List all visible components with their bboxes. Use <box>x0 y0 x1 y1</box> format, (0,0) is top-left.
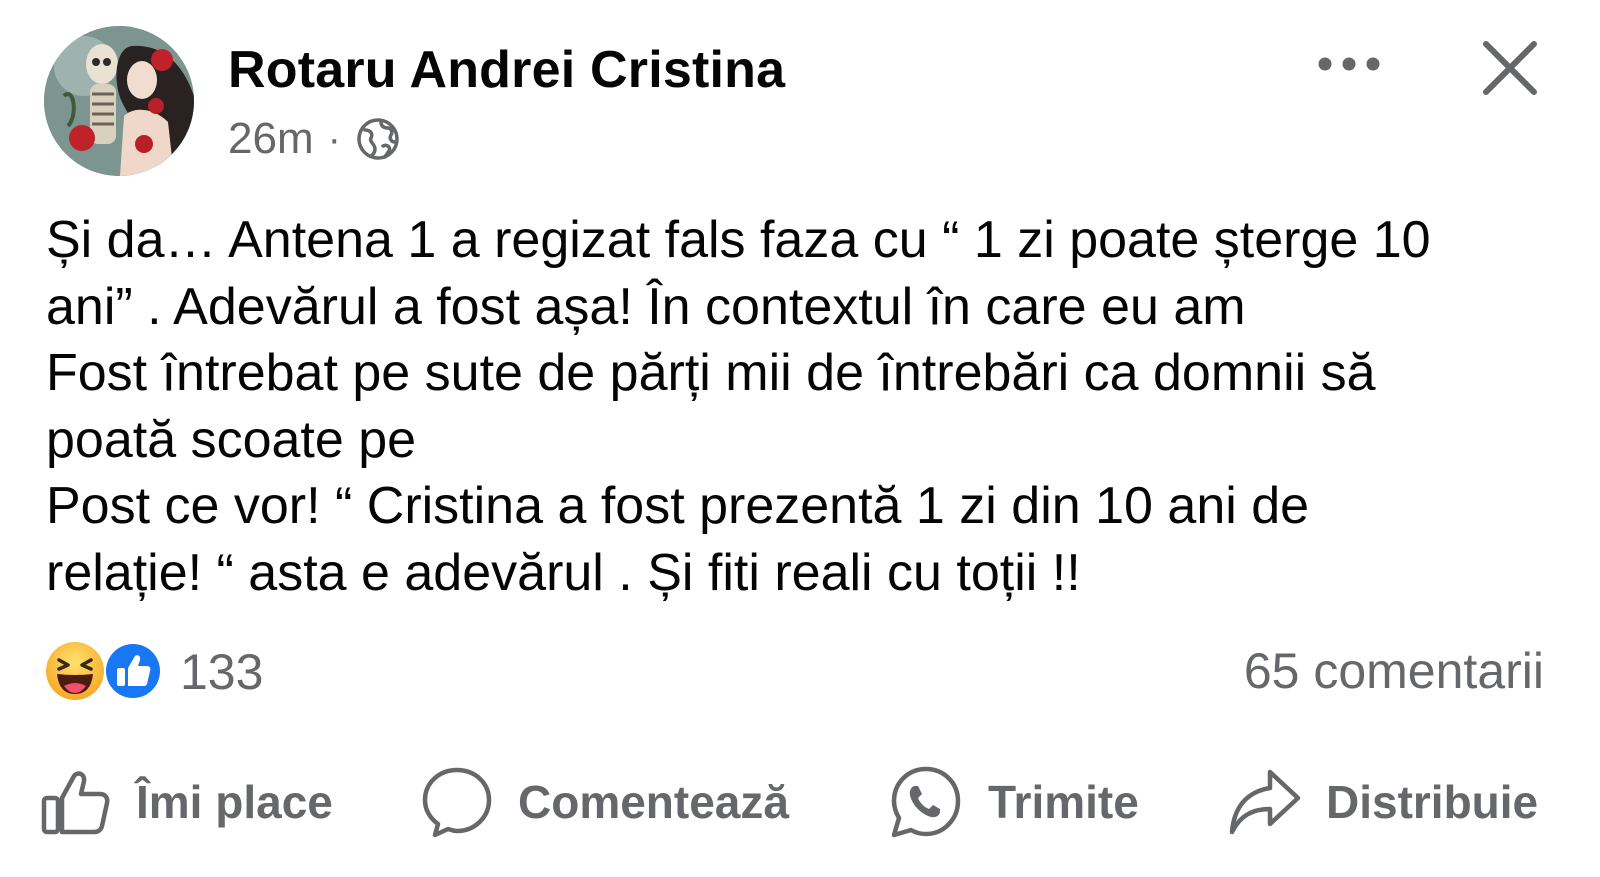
close-button[interactable] <box>1472 30 1548 106</box>
post-text-line: ani” . Adevărul a fost așa! În contextul… <box>46 277 1246 336</box>
share-arrow-icon <box>1229 769 1301 835</box>
more-options-icon <box>1318 57 1380 71</box>
post-text-line: Fost întrebat pe sute de părți mii de în… <box>46 344 1376 402</box>
like-reaction-icon <box>104 642 162 700</box>
more-options-button[interactable] <box>1304 38 1394 90</box>
like-button-label: Îmi place <box>136 776 333 828</box>
reaction-icons <box>44 640 166 704</box>
post-text-line: Și da… Antena 1 a regizat fals faza cu “… <box>46 211 1431 269</box>
share-button[interactable]: Distribuie <box>1226 764 1538 840</box>
like-button[interactable]: Îmi place <box>40 764 333 840</box>
close-icon <box>1483 41 1537 95</box>
comments-count[interactable]: 65 comentarii <box>1244 642 1544 700</box>
post-text-line: Post ce vor! “ Cristina a fost prezentă … <box>46 477 1310 535</box>
share-button-label: Distribuie <box>1326 776 1539 828</box>
post-text-line: relație! “ asta e adevărul . Și fiti rea… <box>46 543 1081 602</box>
post-timestamp[interactable]: 26m <box>228 114 314 164</box>
thumbs-up-icon <box>41 771 110 835</box>
whatsapp-icon <box>891 766 961 838</box>
post-text: Și da… Antena 1 a regizat fals faza cu “… <box>46 207 1576 606</box>
send-button-label: Trimite <box>988 776 1139 828</box>
comment-bubble-icon <box>422 767 492 838</box>
author-name[interactable]: Rotaru Andrei Cristina <box>228 40 785 100</box>
meta-separator: · <box>327 117 341 161</box>
globe-icon[interactable] <box>355 116 401 162</box>
author-avatar[interactable] <box>44 26 194 176</box>
haha-reaction-icon <box>46 642 104 700</box>
post-card: Rotaru Andrei Cristina 26m · Și da… Ante… <box>0 0 1600 877</box>
avatar-image <box>44 26 194 176</box>
post-meta: 26m · <box>228 113 401 165</box>
comment-button-label: Comentează <box>518 776 789 828</box>
comment-button[interactable]: Comentează <box>420 764 789 840</box>
reactions-summary[interactable]: 133 <box>44 640 263 704</box>
send-button[interactable]: Trimite <box>888 764 1139 840</box>
reaction-count: 133 <box>180 644 264 700</box>
post-text-line: poată scoate pe <box>46 410 417 469</box>
